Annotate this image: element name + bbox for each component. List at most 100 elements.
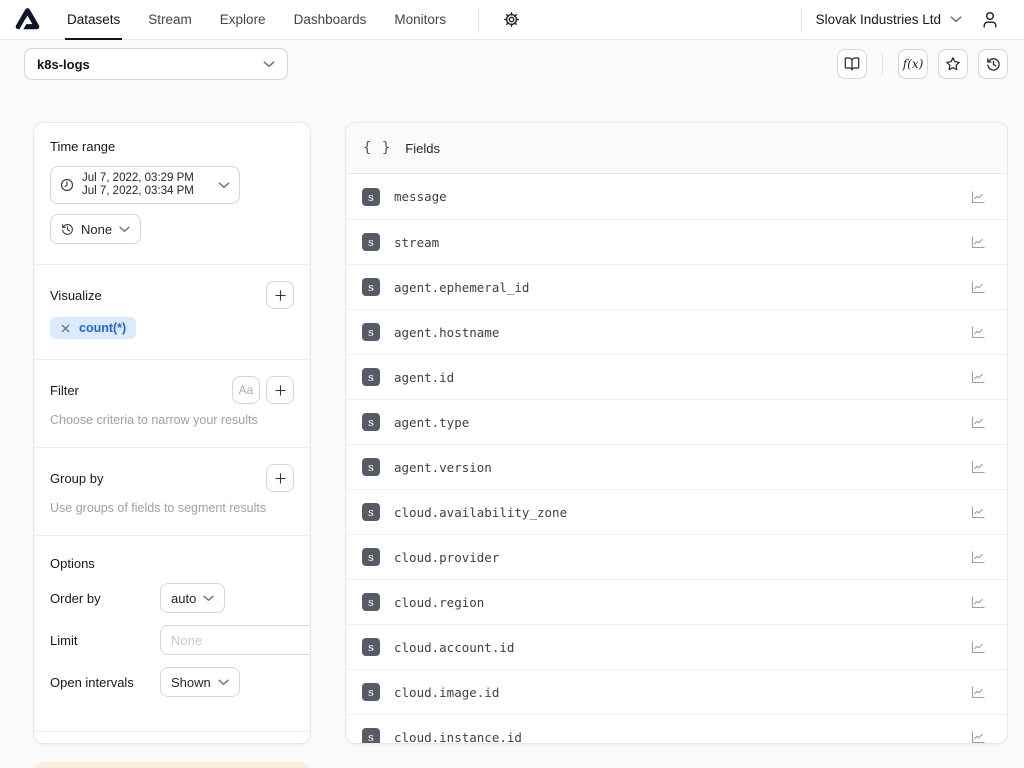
function-icon: f(x) — [903, 57, 924, 71]
group-by-title: Group by — [50, 471, 103, 486]
field-row[interactable]: s cloud.account.id — [346, 624, 1007, 669]
field-name: agent.id — [394, 370, 454, 385]
chart-line-icon[interactable] — [970, 684, 987, 700]
field-name: cloud.region — [394, 595, 484, 610]
chart-line-icon[interactable] — [970, 369, 987, 385]
chart-line-icon[interactable] — [970, 549, 987, 565]
field-type-badge: s — [362, 368, 380, 386]
chart-line-icon[interactable] — [970, 639, 987, 655]
clock-icon — [60, 178, 74, 192]
chart-line-icon[interactable] — [970, 279, 987, 295]
chevron-down-icon — [119, 226, 130, 233]
field-type-badge: s — [362, 728, 380, 744]
tab-monitors[interactable]: Monitors — [380, 0, 460, 40]
chart-line-icon[interactable] — [970, 729, 987, 744]
field-name: agent.type — [394, 415, 469, 430]
query-history-button[interactable] — [978, 49, 1008, 79]
field-type-badge: s — [362, 503, 380, 521]
field-type-badge: s — [362, 188, 380, 206]
add-group-by-button[interactable] — [266, 464, 294, 492]
time-range-values: Jul 7, 2022, 03:29 PM Jul 7, 2022, 03:34… — [82, 172, 194, 198]
chart-line-icon[interactable] — [970, 414, 987, 430]
field-row[interactable]: s agent.version — [346, 444, 1007, 489]
dataset-toolbar: k8s-logs f(x) — [0, 40, 1024, 88]
order-by-select[interactable]: auto — [160, 583, 225, 613]
visualization-chip[interactable]: count(*) — [50, 317, 136, 339]
book-open-icon — [844, 56, 860, 72]
dataset-selector[interactable]: k8s-logs — [24, 48, 288, 80]
toolbar-divider — [882, 53, 883, 75]
tab-dashboards[interactable]: Dashboards — [280, 0, 381, 40]
field-row[interactable]: s agent.hostname — [346, 309, 1007, 354]
star-icon — [945, 56, 961, 72]
chevron-down-icon — [950, 16, 962, 23]
field-row[interactable]: s agent.type — [346, 399, 1007, 444]
field-name: message — [394, 189, 447, 204]
compare-against-select[interactable]: None — [50, 214, 141, 244]
axiom-logo[interactable] — [14, 6, 41, 33]
field-row[interactable]: s cloud.provider — [346, 534, 1007, 579]
chart-line-icon[interactable] — [970, 504, 987, 520]
field-row[interactable]: s stream — [346, 219, 1007, 264]
plus-icon — [274, 289, 287, 302]
field-row[interactable]: s cloud.image.id — [346, 669, 1007, 714]
add-filter-button[interactable] — [266, 376, 294, 404]
order-by-label: Order by — [50, 591, 160, 606]
braces-icon: { } — [363, 140, 391, 156]
group-by-section: Group by Use groups of fields to segment… — [34, 448, 310, 536]
user-icon — [980, 10, 1000, 30]
field-type-badge: s — [362, 323, 380, 341]
open-intervals-value: Shown — [171, 675, 211, 690]
field-name: cloud.instance.id — [394, 730, 522, 745]
settings-button[interactable] — [495, 4, 527, 36]
field-type-badge: s — [362, 278, 380, 296]
fields-panel: { } Fields s message s strea — [345, 122, 1008, 744]
apl-query-button[interactable]: f(x) — [898, 49, 928, 79]
history-icon — [61, 223, 74, 236]
chevron-down-icon — [263, 61, 275, 68]
limit-input[interactable] — [160, 625, 311, 655]
case-sensitivity-icon: Aa — [239, 383, 254, 397]
time-range-start: Jul 7, 2022, 03:29 PM — [82, 172, 194, 185]
chart-line-icon[interactable] — [970, 594, 987, 610]
filter-title: Filter — [50, 383, 79, 398]
tab-stream[interactable]: Stream — [134, 0, 206, 40]
close-icon[interactable] — [60, 323, 71, 334]
notification-toast[interactable] — [33, 762, 311, 768]
field-name: agent.ephemeral_id — [394, 280, 529, 295]
tab-stream-label: Stream — [148, 12, 192, 27]
field-row[interactable]: s agent.ephemeral_id — [346, 264, 1007, 309]
user-menu-button[interactable] — [974, 4, 1006, 36]
tab-datasets[interactable]: Datasets — [53, 0, 134, 40]
add-visualization-button[interactable] — [266, 281, 294, 309]
field-row[interactable]: s agent.id — [346, 354, 1007, 399]
fields-title: Fields — [405, 141, 440, 156]
case-sensitivity-toggle[interactable]: Aa — [232, 376, 260, 404]
docs-button[interactable] — [837, 49, 867, 79]
chart-line-icon[interactable] — [970, 324, 987, 340]
chevron-down-icon — [203, 595, 214, 602]
field-type-badge: s — [362, 593, 380, 611]
starred-queries-button[interactable] — [938, 49, 968, 79]
chart-line-icon[interactable] — [970, 459, 987, 475]
field-row[interactable]: s message — [346, 174, 1007, 219]
org-name: Slovak Industries Ltd — [816, 12, 941, 27]
tab-explore[interactable]: Explore — [206, 0, 280, 40]
field-type-badge: s — [362, 548, 380, 566]
org-switcher[interactable]: Slovak Industries Ltd — [816, 12, 962, 27]
gear-icon — [503, 11, 520, 28]
field-name: cloud.image.id — [394, 685, 499, 700]
field-row[interactable]: s cloud.availability_zone — [346, 489, 1007, 534]
field-name: cloud.provider — [394, 550, 499, 565]
field-type-badge: s — [362, 233, 380, 251]
time-range-picker[interactable]: Jul 7, 2022, 03:29 PM Jul 7, 2022, 03:34… — [50, 166, 240, 204]
open-intervals-select[interactable]: Shown — [160, 667, 240, 697]
field-row[interactable]: s cloud.region — [346, 579, 1007, 624]
field-row[interactable]: s cloud.instance.id — [346, 714, 1007, 744]
chart-line-icon[interactable] — [970, 189, 987, 205]
order-by-value: auto — [171, 591, 196, 606]
time-range-title: Time range — [50, 139, 294, 154]
history-icon — [986, 57, 1001, 72]
chart-line-icon[interactable] — [970, 234, 987, 250]
options-section: Options Order by auto Limit Open interva… — [34, 536, 310, 732]
